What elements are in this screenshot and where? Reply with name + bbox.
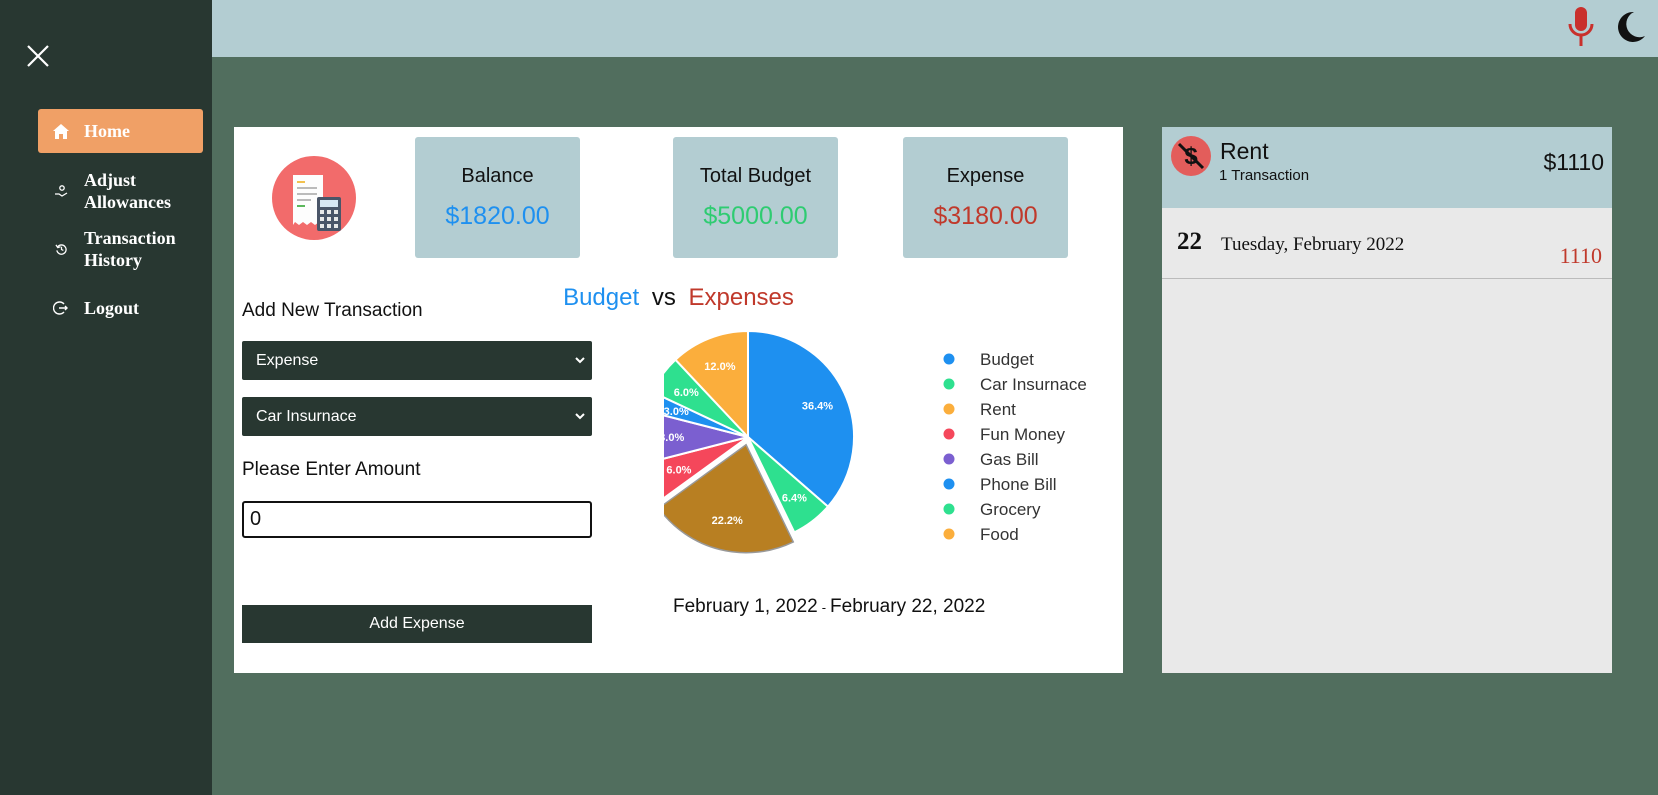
balance-card: Balance $1820.00 [415,137,580,258]
logout-icon [38,300,84,316]
legend-item-fun-money[interactable]: Fun Money [980,425,1066,444]
pie-slice-label: 22.2% [712,515,743,527]
legend-swatch [943,528,955,540]
transaction-day: 22 [1177,228,1202,255]
legend-swatch [943,428,955,440]
chevron-down-icon [574,353,586,372]
legend-swatch [943,503,955,515]
total-budget-value: $5000.00 [703,202,808,230]
category-select[interactable]: Car Insurnace [242,397,592,436]
transaction-date: Tuesday, February 2022 [1221,234,1405,255]
total-budget-label: Total Budget [699,165,812,187]
legend-swatch [943,378,955,390]
transaction-type-value: Expense [256,351,319,369]
add-expense-button[interactable]: Add Expense [242,605,592,643]
budget-expense-pie-chart: 36.4%6.4%22.2%6.0%8.0%3.0%6.0%12.0%Budge… [664,329,1087,554]
sidebar-nav: Home Adjust Allowances Transaction Histo… [38,109,203,319]
amount-label: Please Enter Amount [242,459,421,480]
home-icon [38,123,84,140]
legend-swatch [943,353,955,365]
chart-title-expenses: Expenses [688,284,794,311]
no-money-icon: $ [1170,135,1212,182]
legend-swatch [943,478,955,490]
transaction-amount: 1110 [1559,243,1602,268]
expense-label: Expense [946,165,1025,187]
pie-slice-label: 6.4% [782,493,807,505]
legend-item-food[interactable]: Food [980,525,1019,544]
legend-item-gas-bill[interactable]: Gas Bill [980,450,1039,469]
pie-slice-label: 6.0% [674,387,699,399]
sidebar-item-logout[interactable]: Logout [38,297,203,319]
chevron-down-icon [574,409,586,428]
balance-value: $1820.00 [445,202,550,230]
sidebar-item-adjust-allowances[interactable]: Adjust Allowances [38,169,203,213]
legend-item-rent[interactable]: Rent [980,400,1016,419]
moon-icon[interactable] [1614,10,1646,49]
legend-item-grocery[interactable]: Grocery [980,500,1041,519]
category-summary-header[interactable]: $ Rent 1 Transaction $1110 [1162,127,1612,208]
balance-label: Balance [461,165,534,187]
microphone-icon[interactable] [1566,6,1596,53]
list-item[interactable]: 22 Tuesday, February 2022 1110 [1162,208,1612,279]
sidebar-item-label: Logout [84,298,140,318]
legend-item-car-insurnace[interactable]: Car Insurnace [980,375,1087,394]
sidebar-item-home[interactable]: Home [38,109,203,153]
expense-card: Expense $3180.00 [903,137,1068,258]
pie-slice-label: 8.0% [664,432,684,444]
amount-input[interactable] [242,501,592,538]
legend-item-phone-bill[interactable]: Phone Bill [980,475,1057,494]
pie-slice-label: 12.0% [704,361,735,373]
pie-slice-label: 36.4% [802,400,833,412]
date-range-start: February 1, 2022 [673,596,818,617]
pie-slice-label: 6.0% [666,464,691,476]
sidebar-item-label: Transaction History [84,228,176,270]
transaction-count: 1 Transaction [1219,167,1310,184]
chart-title-budget: Budget [563,284,640,311]
legend-swatch [943,403,955,415]
sidebar-item-label: Adjust Allowances [84,170,171,212]
sidebar: Home Adjust Allowances Transaction Histo… [0,0,212,795]
history-icon [38,243,84,256]
date-range: February 1, 2022- February 22, 2022 [673,596,985,618]
hand-coin-icon [38,184,84,198]
legend-item-budget[interactable]: Budget [980,350,1034,369]
chart-title-vs: vs [651,284,676,311]
transaction-type-select[interactable]: Expense [242,341,592,380]
chart-title: Budget vs Expenses [234,284,1123,312]
total-budget-card: Total Budget $5000.00 [673,137,838,258]
sidebar-item-transaction-history[interactable]: Transaction History [38,227,203,271]
top-bar [212,0,1658,57]
close-icon[interactable] [26,44,50,68]
calculator-receipt-icon [271,155,357,246]
legend-swatch [943,453,955,465]
category-total: $1110 [1543,149,1604,175]
sidebar-item-label: Home [84,121,130,141]
transactions-panel: $ Rent 1 Transaction $1110 22 Tuesday, F… [1162,127,1612,673]
category-title: Rent [1220,138,1269,164]
category-value: Car Insurnace [256,407,357,425]
date-range-separator: - [821,600,827,615]
date-range-end: February 22, 2022 [830,596,986,617]
dashboard-card: Balance $1820.00 Total Budget $5000.00 E… [234,127,1123,673]
expense-value: $3180.00 [933,202,1038,230]
